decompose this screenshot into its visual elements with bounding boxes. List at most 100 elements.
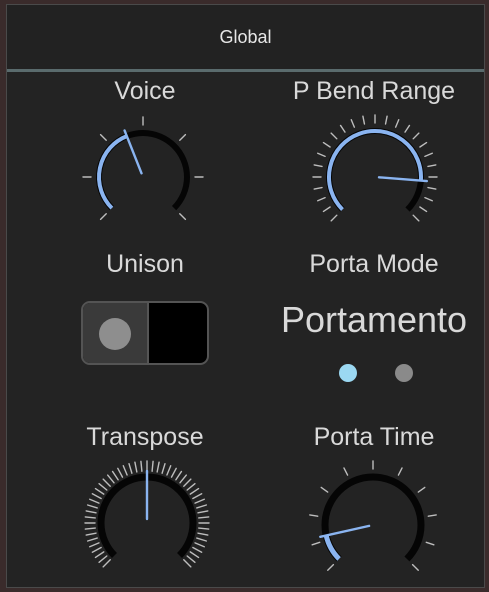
knob-tick bbox=[412, 132, 420, 140]
knob-tick bbox=[198, 527, 210, 530]
knob-tick bbox=[320, 486, 329, 493]
knob-tick bbox=[427, 186, 437, 190]
knob-tick bbox=[175, 470, 183, 481]
knob-value-arc bbox=[97, 134, 128, 210]
knob-tick bbox=[170, 467, 177, 478]
unison-toggle[interactable] bbox=[81, 301, 209, 365]
voice-label: Voice bbox=[114, 77, 176, 105]
knob-tick bbox=[197, 532, 209, 536]
knob-track bbox=[321, 473, 425, 562]
knob-tick bbox=[183, 559, 192, 568]
knob-tick bbox=[343, 467, 349, 476]
knob-tick bbox=[91, 493, 102, 500]
unison-label: Unison bbox=[106, 250, 184, 278]
knob-tick bbox=[183, 478, 192, 487]
knob-tick bbox=[427, 514, 437, 517]
knob-tick bbox=[98, 555, 108, 564]
knob-tick bbox=[427, 164, 437, 168]
knob-tick bbox=[198, 516, 210, 519]
knob-tick bbox=[151, 460, 154, 472]
knob-tick bbox=[122, 465, 128, 476]
toggle-thumb-area bbox=[83, 303, 149, 363]
panel-title: Global bbox=[219, 26, 272, 47]
knob-tick bbox=[317, 152, 326, 158]
knob-tick bbox=[179, 133, 187, 141]
pbend-range-knob[interactable] bbox=[305, 113, 445, 235]
knob-tick bbox=[313, 164, 323, 168]
knob-tick bbox=[309, 514, 319, 517]
knob-tick bbox=[196, 504, 208, 509]
knob-tick bbox=[166, 465, 172, 476]
knob-tick bbox=[330, 214, 338, 222]
toggle-thumb bbox=[99, 318, 131, 350]
knob-tick bbox=[397, 467, 403, 476]
porta-mode-value[interactable]: Portamento bbox=[269, 299, 479, 341]
header-divider bbox=[7, 69, 484, 72]
knob-tick bbox=[196, 537, 208, 542]
voice-knob[interactable] bbox=[76, 115, 210, 235]
knob-tick bbox=[317, 196, 326, 202]
knob-tick bbox=[94, 487, 105, 495]
knob-tick bbox=[94, 551, 105, 559]
knob-tick bbox=[179, 474, 188, 484]
knob-tick bbox=[186, 555, 196, 564]
knob-tick bbox=[384, 115, 388, 125]
knob-tick bbox=[134, 461, 138, 473]
knob-tick bbox=[85, 532, 97, 536]
knob-tick bbox=[99, 133, 107, 141]
knob-tick bbox=[322, 141, 331, 148]
knob-tick bbox=[161, 462, 166, 474]
knob-tick bbox=[186, 482, 196, 491]
knob-tick bbox=[194, 542, 205, 548]
pbend-range-label: P Bend Range bbox=[292, 77, 456, 105]
knob-tick bbox=[140, 460, 143, 472]
transpose-knob[interactable] bbox=[79, 457, 215, 582]
porta-mode-option-dot[interactable] bbox=[395, 364, 413, 382]
knob-tick bbox=[89, 498, 100, 504]
knob-tick bbox=[424, 196, 433, 202]
knob-tick bbox=[84, 516, 96, 519]
knob-tick bbox=[404, 124, 411, 133]
knob-tick bbox=[84, 527, 96, 530]
knob-tick bbox=[394, 119, 400, 128]
porta-time-label: Porta Time bbox=[313, 423, 435, 451]
knob-tick bbox=[311, 541, 321, 546]
knob-tick bbox=[91, 546, 102, 553]
knob-tick bbox=[106, 474, 115, 484]
knob-tick bbox=[192, 546, 203, 553]
knob-tick bbox=[156, 461, 160, 473]
knob-tick bbox=[197, 510, 209, 514]
knob-tick bbox=[194, 498, 205, 504]
porta-time-knob[interactable] bbox=[303, 459, 443, 584]
knob-tick bbox=[98, 482, 108, 491]
knob-tick bbox=[128, 462, 133, 474]
knob-tick bbox=[424, 152, 433, 158]
knob-tick bbox=[85, 510, 97, 514]
porta-mode-option-dot-selected[interactable] bbox=[339, 364, 357, 382]
knob-tick bbox=[86, 537, 98, 542]
knob-tick bbox=[412, 214, 420, 222]
knob-tick bbox=[189, 487, 200, 495]
knob-tick bbox=[350, 119, 356, 128]
knob-tick bbox=[339, 124, 346, 133]
knob-tick bbox=[189, 551, 200, 559]
knob-tick bbox=[117, 467, 124, 478]
knob-tick bbox=[102, 559, 111, 568]
knob-tick bbox=[417, 486, 426, 493]
knob-tick bbox=[313, 186, 323, 190]
global-panel: Global Voice P Bend Range Unison Porta M… bbox=[6, 4, 485, 588]
knob-tick bbox=[89, 542, 100, 548]
knob-tick bbox=[102, 478, 111, 487]
knob-value-arc bbox=[327, 129, 423, 211]
knob-tick bbox=[327, 563, 335, 571]
knob-tick bbox=[86, 504, 98, 509]
knob-tick bbox=[425, 541, 435, 546]
knob-tick bbox=[99, 213, 107, 221]
knob-tick bbox=[419, 141, 428, 148]
transpose-label: Transpose bbox=[86, 423, 204, 451]
knob-tick bbox=[192, 493, 203, 500]
knob-tick bbox=[111, 470, 119, 481]
knob-tick bbox=[362, 115, 366, 125]
knob-tick bbox=[322, 206, 331, 213]
knob-tick bbox=[419, 206, 428, 213]
